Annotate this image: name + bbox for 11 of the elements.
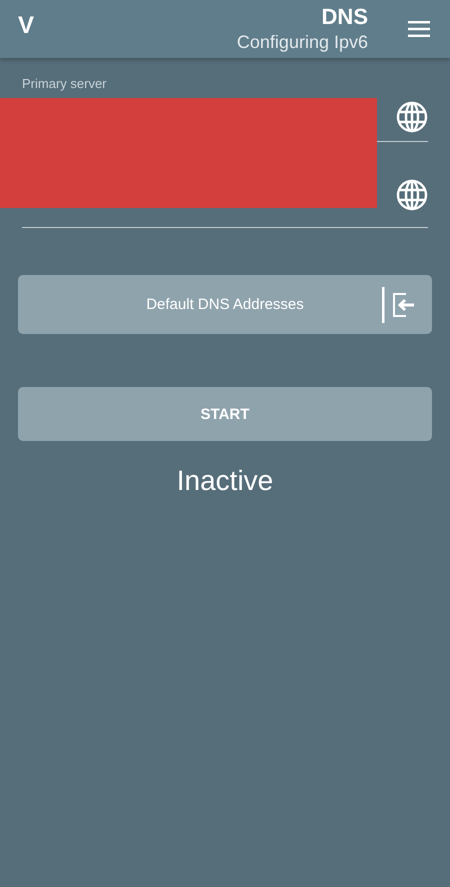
menu-icon[interactable] [408,21,430,37]
start-button[interactable]: START [18,387,432,441]
status-text: Inactive [176,465,274,497]
app-subtitle: Configuring Ipv6 [236,31,368,54]
import-icon [382,287,416,323]
app-logo: V [18,12,34,40]
field-label: Primary server [22,76,108,91]
globe-icon[interactable] [396,178,428,210]
default-dns-button[interactable]: Default DNS Addresses [18,275,432,334]
globe-icon[interactable] [396,101,428,133]
app-title: DNS [322,4,368,30]
